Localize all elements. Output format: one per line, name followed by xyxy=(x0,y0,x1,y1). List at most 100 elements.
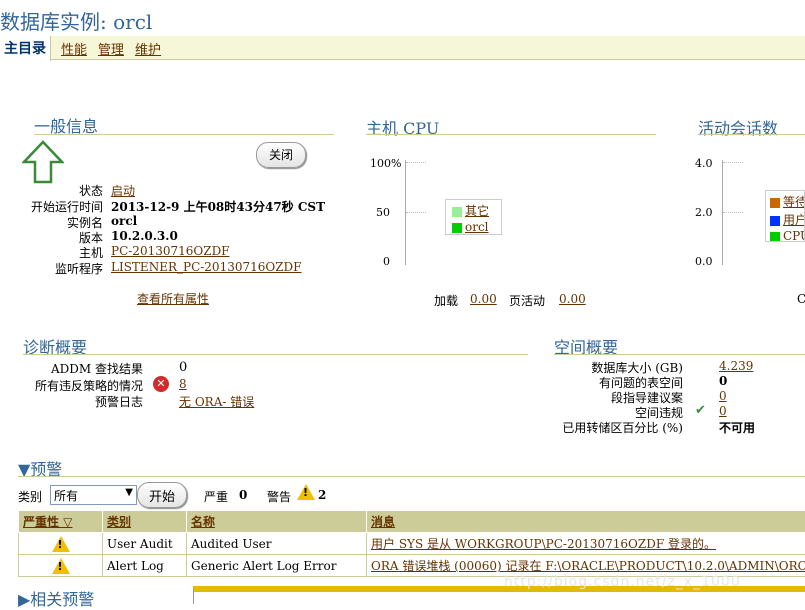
violations-link[interactable]: 8 xyxy=(179,377,187,391)
category-label: 类别 xyxy=(18,488,42,505)
sessions-cut-text: C xyxy=(797,292,805,306)
view-all-properties-link[interactable]: 查看所有属性 xyxy=(137,290,209,307)
problem-tablespaces-value: 0 xyxy=(719,374,727,388)
start-time-label: 开始运行时间 xyxy=(0,198,103,215)
sessions-legend-item: CPU xyxy=(766,228,804,242)
error-icon: ✕ xyxy=(153,376,169,392)
tab-administration[interactable]: 管理 xyxy=(98,39,124,58)
category-select[interactable]: 所有 ▼ xyxy=(50,485,137,505)
version-value: 10.2.0.3.0 xyxy=(111,229,178,243)
severity-cell xyxy=(19,555,103,577)
sessions-tick-4: 4.0 xyxy=(695,157,713,170)
sessions-legend: 等待 用户 I/O CPU xyxy=(765,190,805,242)
tab-maintenance[interactable]: 维护 xyxy=(135,39,161,58)
listener-label: 监听程序 xyxy=(0,260,103,277)
instance-name-value: orcl xyxy=(111,214,137,228)
severe-count: 0 xyxy=(239,488,247,502)
sessions-legend-item: 等待 xyxy=(766,191,804,210)
cpu-tick-100: 100% xyxy=(370,157,401,170)
cpu-section-title: 主机 CPU xyxy=(366,115,439,139)
page-title: 数据库实例: orcl xyxy=(0,6,152,35)
diag-divider xyxy=(23,354,528,355)
cpu-gridline xyxy=(406,162,426,163)
related-alerts-title[interactable]: ▶相关预警 xyxy=(18,586,94,610)
load-value-link[interactable]: 0.00 xyxy=(470,292,497,306)
col-name[interactable]: 名称 xyxy=(187,511,367,533)
warning-count: 2 xyxy=(318,488,326,502)
paging-value-link[interactable]: 0.00 xyxy=(559,292,586,306)
legend-swatch xyxy=(770,216,780,226)
cpu-legend-other[interactable]: 其它 xyxy=(465,204,489,218)
alerts-table: 严重性 ▽ 类别 名称 消息 User Audit Audited User 用… xyxy=(18,510,805,577)
message-link[interactable]: 用户 SYS 是从 WORKGROUP\PC-20130716OZDF 登录的。 xyxy=(371,537,716,551)
legend-swatch xyxy=(770,232,780,242)
sessions-legend-user-io[interactable]: 用户 I/O xyxy=(783,213,805,227)
go-button[interactable]: 开始 xyxy=(137,482,187,508)
warning-icon xyxy=(297,484,315,500)
space-violations-link[interactable]: 0 xyxy=(719,404,727,418)
warning-icon xyxy=(52,558,70,574)
col-category[interactable]: 类别 xyxy=(103,511,187,533)
cpu-divider xyxy=(366,134,656,135)
cpu-tick-0: 0 xyxy=(383,255,390,268)
db-size-link[interactable]: 4.239 xyxy=(719,359,753,373)
status-link[interactable]: 启动 xyxy=(111,182,135,199)
space-divider xyxy=(554,354,805,355)
table-row: User Audit Audited User 用户 SYS 是从 WORKGR… xyxy=(19,533,805,555)
message-cell: 用户 SYS 是从 WORKGROUP\PC-20130716OZDF 登录的。 xyxy=(367,533,805,555)
cpu-gridline xyxy=(406,212,426,213)
cpu-tick-50: 50 xyxy=(376,206,390,219)
name-cell: Generic Alert Log Error xyxy=(187,555,367,577)
chevron-down-icon: ▼ xyxy=(125,487,133,498)
start-time-value: 2013-12-9 上午08时43分47秒 CST xyxy=(111,198,325,215)
general-divider xyxy=(34,134,334,135)
cpu-legend-item: 其它 xyxy=(446,200,501,219)
message-link[interactable]: ORA 错误堆栈 (00060) 记录在 F:\ORACLE\PRODUCT\1… xyxy=(371,559,805,573)
legend-swatch xyxy=(452,223,462,233)
sessions-divider xyxy=(698,134,805,135)
cpu-legend-orcl[interactable]: orcl xyxy=(465,220,489,234)
violations-label: 所有违反策略的情况 xyxy=(0,377,143,394)
legend-swatch xyxy=(452,207,462,217)
sessions-legend-cpu[interactable]: CPU xyxy=(783,229,805,242)
category-cell: Alert Log xyxy=(103,555,187,577)
alerts-divider xyxy=(18,476,805,477)
name-cell: Audited User xyxy=(187,533,367,555)
alerts-table-wrap: 严重性 ▽ 类别 名称 消息 User Audit Audited User 用… xyxy=(18,510,805,577)
tab-performance[interactable]: 性能 xyxy=(61,39,87,58)
severe-label: 严重 xyxy=(204,488,228,505)
alert-log-label: 预警日志 xyxy=(0,393,143,410)
sessions-gridline xyxy=(723,162,743,163)
paging-label: 页活动 xyxy=(509,292,545,309)
sessions-tick-0: 0.0 xyxy=(695,255,713,268)
cpu-legend-item: orcl xyxy=(446,219,501,234)
addm-value: 0 xyxy=(179,360,187,375)
warning-label: 警告 xyxy=(267,488,291,505)
dump-area-label: 已用转储区百分比 (%) xyxy=(540,419,683,436)
col-message[interactable]: 消息 xyxy=(367,511,805,533)
legend-swatch xyxy=(770,198,780,208)
col-severity[interactable]: 严重性 ▽ xyxy=(19,511,103,533)
watermark: http://blog.csdn.net/z_x_1000 xyxy=(504,574,741,590)
alert-log-link[interactable]: 无 ORA- 错误 xyxy=(179,393,254,410)
host-link[interactable]: PC-20130716OZDF xyxy=(111,244,230,258)
sessions-legend-item: 用户 I/O xyxy=(766,210,804,228)
host-label: 主机 xyxy=(0,244,103,261)
sessions-gridline xyxy=(723,212,743,213)
alerts-header-row: 严重性 ▽ 类别 名称 消息 xyxy=(19,511,805,533)
close-button[interactable]: 关闭 xyxy=(256,142,306,168)
dump-area-value: 不可用 xyxy=(719,419,755,436)
category-select-value: 所有 xyxy=(54,489,78,503)
addm-label: ADDM 查找结果 xyxy=(0,360,143,377)
sessions-legend-wait[interactable]: 等待 xyxy=(783,195,805,209)
cpu-legend: 其它 orcl xyxy=(445,199,502,235)
load-label: 加载 xyxy=(434,292,458,309)
sessions-section-title: 活动会话数 xyxy=(698,115,778,139)
listener-link[interactable]: LISTENER_PC-20130716OZDF xyxy=(111,260,302,274)
check-icon: ✔ xyxy=(695,403,706,418)
sessions-tick-2: 2.0 xyxy=(695,206,713,219)
tab-home[interactable]: 主目录 xyxy=(0,36,51,61)
up-arrow-icon xyxy=(22,140,64,187)
segment-advisor-link[interactable]: 0 xyxy=(719,389,727,403)
severity-cell xyxy=(19,533,103,555)
